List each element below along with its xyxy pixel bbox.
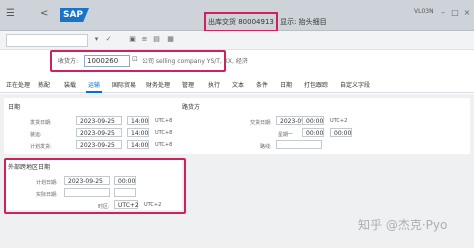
loading-date-label: 装运: xyxy=(30,132,42,138)
execute-icon[interactable]: ✓ xyxy=(104,35,113,44)
external-section-title: 外部跨地区日期 xyxy=(8,164,51,171)
tab-strip: 正在处理 拣配 装载 运输 国际贸易 财务处理 管理 执行 文本 条件 日期 打… xyxy=(0,78,474,93)
display-icon[interactable]: ▣ xyxy=(128,35,137,44)
ship-to-input[interactable]: 1000260 xyxy=(84,55,130,67)
external-actual-time-input[interactable] xyxy=(114,188,136,197)
page-title: 出库交货 80004913 显示: 抬头细目 xyxy=(204,12,327,32)
loading-time-input[interactable]: 14:00 xyxy=(127,128,149,137)
dropdown-icon[interactable]: ▾ xyxy=(92,35,101,44)
ship-timezone: UTC+8 xyxy=(155,118,173,124)
menu-icon[interactable]: ☰ xyxy=(6,9,16,19)
external-actual-date-input[interactable] xyxy=(64,188,110,197)
ship-date-label: 发货日期: xyxy=(30,120,52,126)
ship-to-description: 公司 selling company YS/T, XX, 经济 xyxy=(142,58,248,65)
shell-header: ☰ < SAP 出库交货 80004913 显示: 抬头细目 VL03N – □… xyxy=(0,0,474,32)
external-timezone-input[interactable]: UTC+2 xyxy=(114,200,139,209)
command-field[interactable] xyxy=(6,34,88,47)
planned-gi-time-input[interactable]: 14:00 xyxy=(127,140,149,149)
delivery-date-label: 交货日期: xyxy=(250,120,272,126)
delivery-time-input[interactable]: 00:00 xyxy=(302,116,324,125)
title-suffix: 显示: 抬头细目 xyxy=(280,18,327,26)
tab-packing[interactable]: 打包跟踪 xyxy=(304,80,328,89)
tab-foreign-trade[interactable]: 国际贸易 xyxy=(112,80,136,89)
route-input[interactable] xyxy=(276,140,322,149)
external-actual-label: 实际日期: xyxy=(36,192,58,198)
planned-gi-date-input[interactable]: 2023-09-25 xyxy=(76,140,122,149)
tab-conditions[interactable]: 条件 xyxy=(256,80,268,89)
route-label: 路线: xyxy=(260,144,272,150)
loading-timezone: UTC+8 xyxy=(155,130,173,136)
header-icon[interactable]: ▤ xyxy=(152,35,161,44)
delivery-timezone: UTC+2 xyxy=(330,118,348,124)
ship-to-label: 收货方: xyxy=(58,58,79,65)
external-timezone-text: UTC+2 xyxy=(144,202,162,208)
tab-transport[interactable]: 运输 xyxy=(85,80,103,93)
external-planned-time-input[interactable]: 00:00 xyxy=(114,176,136,185)
external-timezone-label: 时区: xyxy=(98,204,110,210)
planned-gi-label: 计划发货: xyxy=(30,144,52,150)
minimize-icon[interactable]: – xyxy=(438,8,448,18)
document-title: 出库交货 80004913 xyxy=(204,12,278,32)
transaction-code: VL03N xyxy=(414,8,434,15)
external-planned-label: 计划日期: xyxy=(36,180,58,186)
tab-dates[interactable]: 日期 xyxy=(280,80,292,89)
tab-texts[interactable]: 文本 xyxy=(232,80,244,89)
ship-to-field-group: 收货方: 1000260 ⊡ 公司 selling company YS/T, … xyxy=(50,50,248,72)
tab-loading[interactable]: 装载 xyxy=(64,80,76,89)
delivery-time-from-input[interactable]: 00:00 xyxy=(302,128,324,137)
overview-icon[interactable]: ≡ xyxy=(140,35,149,44)
planned-gi-timezone: UTC+8 xyxy=(155,142,173,148)
tab-picking[interactable]: 拣配 xyxy=(38,80,50,89)
tab-processing[interactable]: 正在处理 xyxy=(6,80,30,89)
application-toolbar: ▾ ✓ ▣ ≡ ▤ ▦ xyxy=(0,31,474,50)
routing-section-title: 路货方 xyxy=(182,104,201,111)
tab-financial[interactable]: 财务处理 xyxy=(146,80,170,89)
value-help-icon[interactable]: ⊡ xyxy=(132,55,138,63)
close-icon[interactable]: × xyxy=(462,8,472,18)
loading-date-input[interactable]: 2023-09-25 xyxy=(76,128,122,137)
items-icon[interactable]: ▦ xyxy=(166,35,175,44)
delivery-time-to-input[interactable]: 00:00 xyxy=(330,128,352,137)
maximize-icon[interactable]: □ xyxy=(450,8,460,18)
tab-custom-fields[interactable]: 自定义字段 xyxy=(340,80,370,89)
routing-panel xyxy=(178,98,470,154)
ship-time-input[interactable]: 14:00 xyxy=(127,116,149,125)
tab-admin[interactable]: 管理 xyxy=(182,80,194,89)
back-icon[interactable]: < xyxy=(40,9,48,19)
sap-logo: SAP xyxy=(60,8,89,22)
external-planned-date-input[interactable]: 2023-09-25 xyxy=(64,176,110,185)
watermark: 知乎 @杰克·Pyo xyxy=(358,218,448,232)
tab-execution[interactable]: 执行 xyxy=(208,80,220,89)
ship-date-input[interactable]: 2023-09-25 xyxy=(76,116,122,125)
dates-section-title: 日期 xyxy=(8,104,21,111)
weekday-label: 星期一 xyxy=(278,132,294,138)
